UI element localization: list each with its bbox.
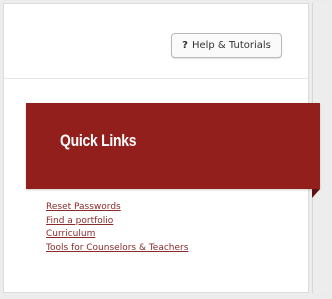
banner-fold (312, 189, 320, 198)
list-item: Curriculum (46, 224, 188, 239)
quick-links-list: Reset Passwords Find a portfolio Curricu… (46, 197, 188, 253)
list-item: Reset Passwords (46, 197, 188, 212)
list-item: Find a portfolio (46, 211, 188, 226)
quick-links-title: Quick Links (60, 131, 137, 150)
question-icon: ? (182, 40, 188, 51)
help-tutorials-button[interactable]: ? Help & Tutorials (171, 33, 282, 58)
list-item: Tools for Counselors & Teachers (46, 238, 188, 253)
tools-counselors-teachers-link[interactable]: Tools for Counselors & Teachers (46, 243, 188, 253)
help-tutorials-label: Help & Tutorials (191, 40, 271, 51)
page: ? Help & Tutorials Quick Links Reset Pas… (0, 0, 332, 299)
header-divider (4, 78, 308, 79)
